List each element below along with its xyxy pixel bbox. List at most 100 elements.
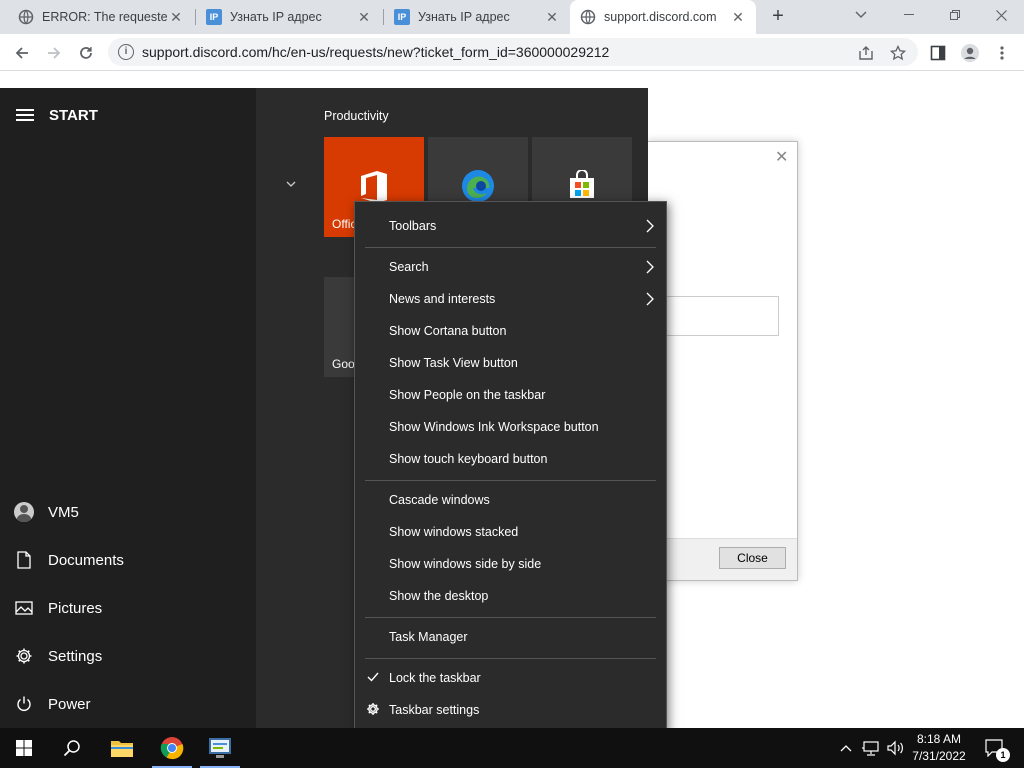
tab-close-icon[interactable]: ✕ — [168, 9, 184, 25]
reload-button[interactable] — [72, 39, 100, 67]
browser-tab[interactable]: ERROR: The requested URL could not be re… — [8, 0, 194, 34]
start-item-pictures[interactable]: Pictures — [0, 586, 256, 630]
tab-close-icon[interactable]: ✕ — [544, 9, 560, 25]
dialog-window: ✕ Close — [646, 141, 798, 581]
share-icon[interactable] — [852, 39, 880, 67]
menu-item-label: News and interests — [389, 292, 496, 306]
menu-item-label: Taskbar settings — [389, 703, 480, 717]
close-window-button[interactable] — [978, 0, 1024, 30]
menu-item-label: Show the desktop — [389, 589, 489, 603]
menu-item-taskbar-settings[interactable]: Taskbar settings — [355, 694, 666, 726]
tab-title: Узнать IP адрес — [230, 10, 322, 24]
menu-item-show-people[interactable]: Show People on the taskbar — [355, 379, 666, 411]
info-icon[interactable]: i — [118, 44, 134, 60]
file-explorer-icon[interactable] — [98, 728, 146, 768]
menu-item-show-cortana[interactable]: Show Cortana button — [355, 315, 666, 347]
avatar — [14, 502, 34, 522]
hamburger-icon[interactable] — [16, 109, 34, 123]
gear-icon — [365, 702, 381, 719]
menu-item-show-touch-keyboard[interactable]: Show touch keyboard button — [355, 443, 666, 475]
menu-separator — [365, 480, 656, 481]
app-icon[interactable] — [196, 728, 244, 768]
new-tab-button[interactable]: + — [766, 5, 790, 29]
gear-icon — [0, 647, 48, 665]
pictures-icon — [0, 601, 48, 615]
start-item-label: Pictures — [48, 599, 103, 617]
dialog-footer: Close — [647, 538, 797, 580]
network-icon[interactable] — [860, 728, 882, 768]
tab-search-icon[interactable] — [838, 0, 884, 30]
menu-separator — [365, 247, 656, 248]
menu-item-windows-stacked[interactable]: Show windows stacked — [355, 516, 666, 548]
chevron-down-icon[interactable] — [286, 176, 296, 190]
tab-close-icon[interactable]: ✕ — [356, 9, 372, 25]
menu-item-news-and-interests[interactable]: News and interests — [355, 283, 666, 315]
start-item-documents[interactable]: Documents — [0, 538, 256, 582]
start-menu-sidebar: START VM5 Documents Pictures Settings Po… — [0, 88, 256, 728]
minimize-button[interactable] — [886, 0, 932, 30]
chevron-right-icon — [646, 219, 654, 236]
menu-dots-icon[interactable] — [988, 39, 1016, 67]
bookmark-star-icon[interactable] — [884, 39, 912, 67]
start-item-settings[interactable]: Settings — [0, 634, 256, 678]
tile-label: Goo — [332, 357, 355, 371]
ip-icon: IP — [394, 9, 410, 25]
tab-title: Узнать IP адрес — [418, 10, 510, 24]
menu-item-cascade-windows[interactable]: Cascade windows — [355, 484, 666, 516]
start-item-label: Settings — [48, 647, 103, 665]
menu-item-label: Show touch keyboard button — [389, 452, 548, 466]
menu-item-toolbars[interactable]: Toolbars — [355, 210, 666, 242]
chrome-icon[interactable] — [148, 728, 196, 768]
chevron-up-icon[interactable] — [836, 728, 856, 768]
store-icon — [567, 169, 597, 203]
browser-toolbar: i support.discord.com/hc/en-us/requests/… — [0, 34, 1024, 71]
ip-icon: IP — [206, 9, 222, 25]
menu-item-show-task-view[interactable]: Show Task View button — [355, 347, 666, 379]
profile-icon[interactable] — [956, 39, 984, 67]
forward-button[interactable] — [40, 39, 68, 67]
address-bar[interactable]: i support.discord.com/hc/en-us/requests/… — [108, 38, 918, 66]
start-user[interactable]: VM5 — [0, 490, 256, 534]
notification-badge: 1 — [996, 748, 1010, 762]
browser-tab[interactable]: IP Узнать IP адрес ✕ — [384, 0, 570, 34]
tab-title: ERROR: The requested URL could not be re… — [42, 10, 168, 24]
taskbar-context-menu: Toolbars Search News and interests Show … — [354, 201, 667, 734]
globe-icon — [18, 9, 34, 25]
menu-item-label: Show Task View button — [389, 356, 518, 370]
tab-close-icon[interactable]: ✕ — [730, 9, 746, 25]
document-icon — [0, 551, 48, 569]
start-item-power[interactable]: Power — [0, 682, 256, 726]
menu-item-lock-taskbar[interactable]: Lock the taskbar — [355, 662, 666, 694]
menu-item-show-ink-workspace[interactable]: Show Windows Ink Workspace button — [355, 411, 666, 443]
close-icon[interactable]: ✕ — [775, 147, 788, 167]
menu-item-label: Lock the taskbar — [389, 671, 481, 685]
menu-item-task-manager[interactable]: Task Manager — [355, 621, 666, 653]
menu-separator — [365, 658, 656, 659]
windows-start-icon[interactable] — [0, 728, 48, 768]
taskbar-clock[interactable]: 8:18 AM 7/31/2022 — [903, 731, 975, 765]
browser-tab-bar: ERROR: The requested URL could not be re… — [0, 0, 1024, 34]
start-title: START — [49, 107, 98, 124]
back-button[interactable] — [8, 39, 36, 67]
search-icon[interactable] — [48, 728, 96, 768]
start-item-label: Documents — [48, 551, 124, 569]
menu-item-label: Show People on the taskbar — [389, 388, 546, 402]
chevron-right-icon — [646, 260, 654, 277]
browser-tab[interactable]: IP Узнать IP адрес ✕ — [196, 0, 382, 34]
tile-group-title: Productivity — [324, 109, 389, 123]
restore-button[interactable] — [932, 0, 978, 30]
menu-item-label: Search — [389, 260, 429, 274]
browser-tab-active[interactable]: support.discord.com ✕ — [570, 0, 756, 34]
close-button[interactable]: Close — [719, 547, 786, 569]
menu-separator — [365, 617, 656, 618]
menu-item-show-desktop[interactable]: Show the desktop — [355, 580, 666, 612]
clock-time: 8:18 AM — [916, 732, 962, 746]
side-panel-icon[interactable] — [924, 39, 952, 67]
notification-icon[interactable]: 1 — [980, 728, 1010, 768]
clock-date: 7/31/2022 — [912, 749, 966, 763]
menu-item-windows-side-by-side[interactable]: Show windows side by side — [355, 548, 666, 580]
chevron-right-icon — [646, 292, 654, 309]
menu-item-search[interactable]: Search — [355, 251, 666, 283]
menu-item-label: Task Manager — [389, 630, 468, 644]
checkmark-icon — [365, 670, 381, 685]
